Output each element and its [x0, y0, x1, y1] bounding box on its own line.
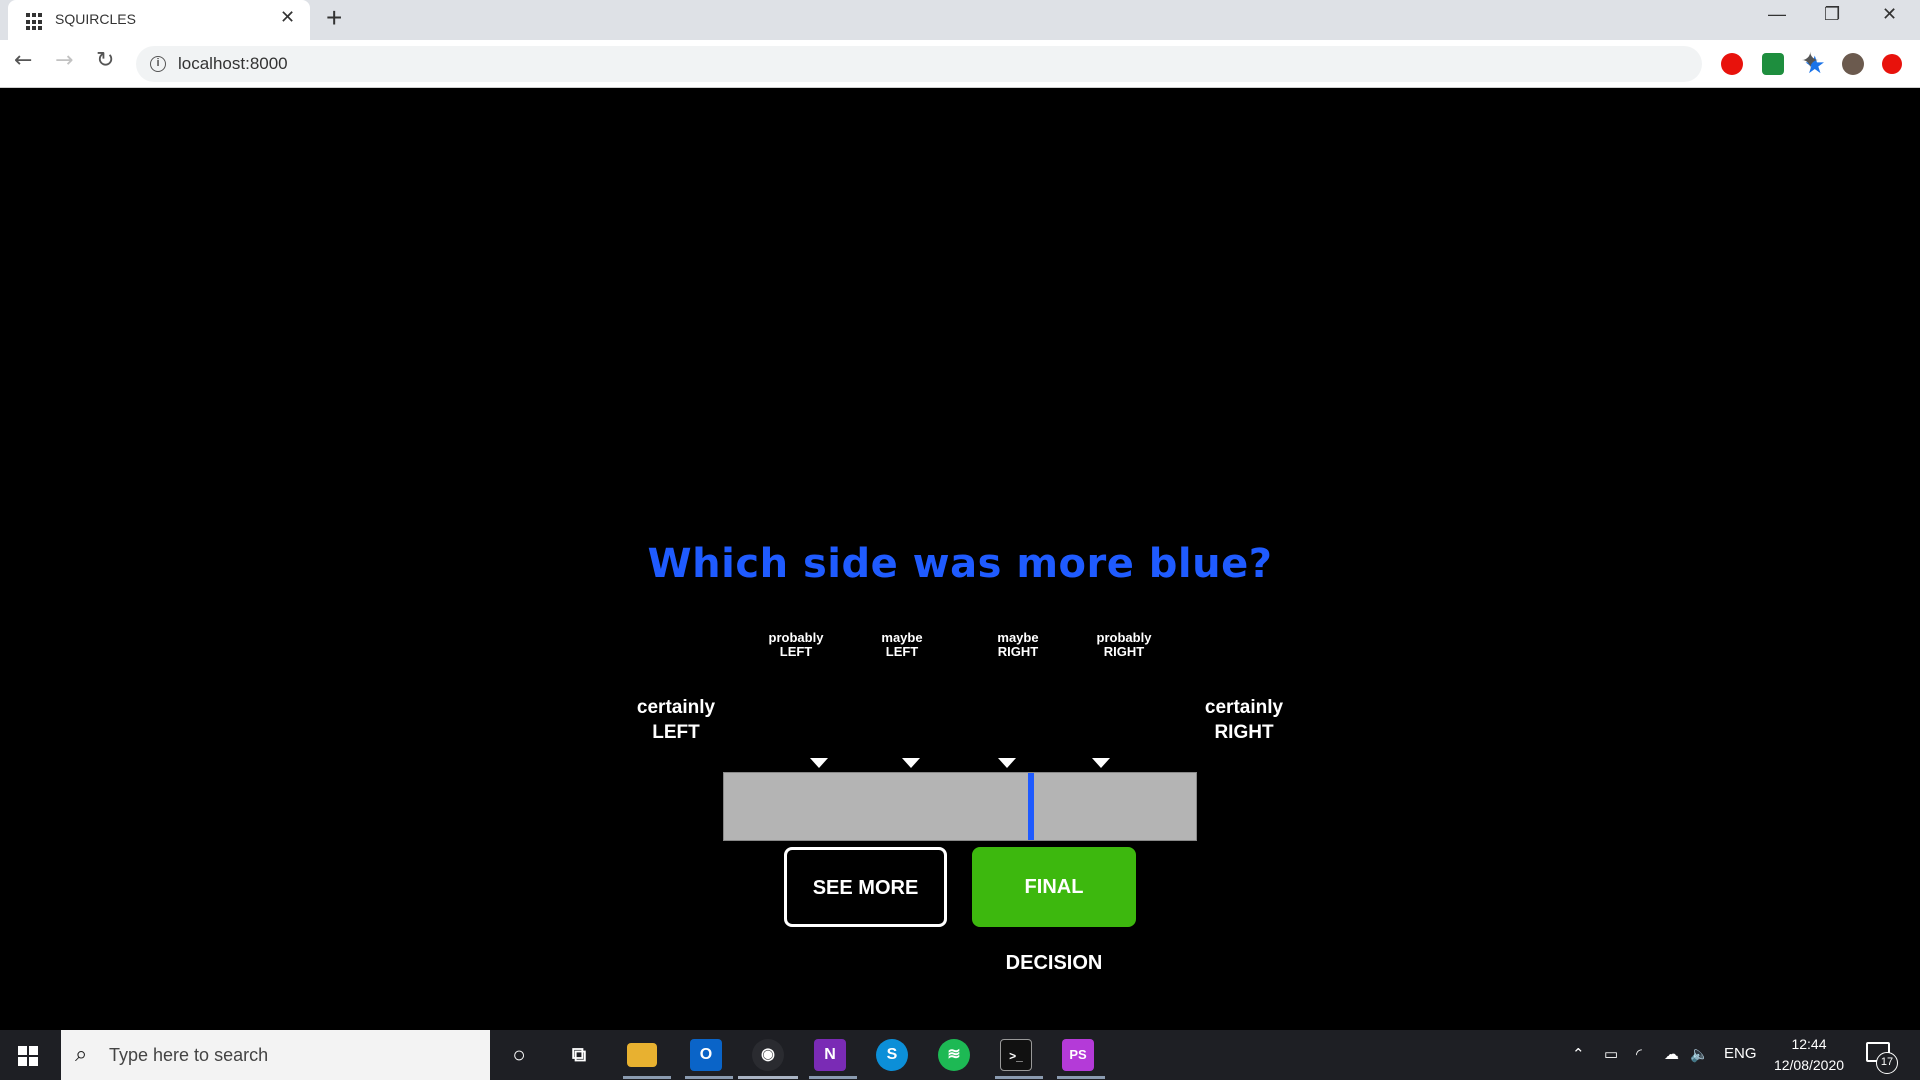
search-placeholder[interactable]: Type here to search	[109, 1045, 268, 1066]
taskbar-clock[interactable]: 12:44 12/08/2020	[1764, 1034, 1854, 1076]
marker-arrow-probably-left	[810, 758, 828, 768]
outlook-icon[interactable]: O	[690, 1039, 722, 1071]
active-indicator	[738, 1076, 798, 1079]
running-indicator	[685, 1076, 733, 1079]
windows-taskbar: ⌕ Type here to search ○ ⧉ O ◉ N S ≋ >_ P…	[0, 1030, 1920, 1080]
final-decision-button[interactable]: FINAL DECISION	[972, 847, 1136, 974]
restore-button[interactable]: ❐	[1824, 4, 1840, 25]
notification-count-badge: 17	[1876, 1052, 1898, 1074]
tab-close-icon[interactable]: ✕	[280, 7, 295, 28]
marker-arrow-maybe-left	[902, 758, 920, 768]
taskbar-search-box[interactable]: ⌕ Type here to search	[61, 1030, 490, 1080]
update-icon[interactable]	[1882, 54, 1902, 74]
confidence-slider[interactable]	[723, 772, 1197, 841]
question-heading: Which side was more blue?	[647, 541, 1273, 587]
spotify-icon[interactable]: ≋	[938, 1039, 970, 1071]
tab-title: SQUIRCLES	[55, 11, 136, 27]
marker-probably-right: probably RIGHT	[1096, 630, 1152, 659]
running-indicator	[1057, 1076, 1105, 1079]
running-indicator	[809, 1076, 857, 1079]
slider-thumb[interactable]	[1027, 773, 1034, 840]
close-window-button[interactable]: ✕	[1882, 4, 1897, 25]
site-info-icon[interactable]: i	[150, 56, 166, 72]
minimize-button[interactable]: —	[1768, 4, 1786, 25]
marker-probably-left: probably LEFT	[768, 630, 824, 659]
skype-icon[interactable]: S	[876, 1039, 908, 1071]
adblock-extension-icon[interactable]	[1721, 53, 1743, 75]
timer-extension-icon[interactable]	[1762, 53, 1784, 75]
see-more-button[interactable]: SEE MORE	[784, 847, 947, 927]
cortana-icon[interactable]: ○	[503, 1039, 535, 1071]
file-explorer-icon[interactable]	[627, 1043, 657, 1067]
chrome-icon[interactable]: ◉	[752, 1039, 784, 1071]
back-button[interactable]: ←	[14, 48, 32, 73]
phpstorm-icon[interactable]: PS	[1062, 1039, 1094, 1071]
address-bar[interactable]: i localhost:8000 ★	[136, 46, 1826, 82]
browser-tab-strip: SQUIRCLES ✕ + — ❐ ✕	[0, 0, 1920, 40]
onedrive-cloud-icon[interactable]: ☁	[1664, 1045, 1679, 1063]
reload-button[interactable]: ↻	[96, 48, 114, 73]
browser-toolbar: ← → ↻ i localhost:8000 ★	[0, 40, 1920, 88]
profile-avatar[interactable]	[1842, 53, 1864, 75]
marker-maybe-right: maybe RIGHT	[997, 630, 1039, 659]
wifi-icon[interactable]: ◜	[1636, 1045, 1642, 1063]
url-text[interactable]: localhost:8000	[178, 54, 288, 74]
battery-icon[interactable]: ▭	[1604, 1045, 1618, 1063]
show-hidden-icons-chevron-icon[interactable]: ⌃	[1572, 1045, 1585, 1063]
label-certainly-right: certainly RIGHT	[1204, 697, 1284, 743]
marker-arrow-probably-right	[1092, 758, 1110, 768]
search-icon: ⌕	[75, 1042, 88, 1067]
task-view-icon[interactable]: ⧉	[563, 1039, 595, 1071]
label-certainly-left: certainly LEFT	[636, 697, 716, 743]
windows-start-icon[interactable]	[18, 1046, 38, 1066]
marker-arrow-maybe-right	[998, 758, 1016, 768]
new-tab-button[interactable]: +	[326, 2, 342, 34]
onenote-icon[interactable]: N	[814, 1039, 846, 1071]
browser-tab[interactable]: SQUIRCLES ✕	[8, 0, 310, 40]
language-indicator[interactable]: ENG	[1724, 1045, 1757, 1062]
extensions-puzzle-icon[interactable]: ✦	[1801, 51, 1823, 73]
terminal-icon[interactable]: >_	[1000, 1039, 1032, 1071]
volume-icon[interactable]: 🔈	[1690, 1045, 1709, 1063]
app-grid-icon	[26, 13, 44, 31]
marker-maybe-left: maybe LEFT	[881, 630, 923, 659]
forward-button[interactable]: →	[55, 48, 73, 73]
running-indicator	[623, 1076, 671, 1079]
running-indicator	[995, 1076, 1043, 1079]
